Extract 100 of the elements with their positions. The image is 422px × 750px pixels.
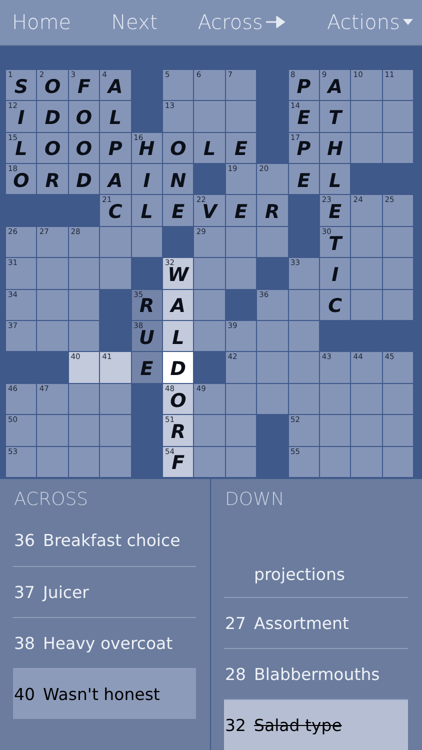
grid-cell[interactable]: E	[132, 352, 162, 383]
clue-item[interactable]: 32 Salad type	[224, 699, 408, 750]
grid-cell[interactable]: R	[37, 164, 68, 194]
grid-cell[interactable]	[68, 290, 100, 320]
grid-cell[interactable]	[226, 101, 256, 132]
grid-cell[interactable]	[351, 101, 382, 132]
grid-cell[interactable]: D	[37, 101, 68, 132]
grid-cell[interactable]	[68, 321, 100, 352]
clue-item[interactable]: 40 Wasn't honest	[13, 668, 196, 719]
cell-letter: E	[297, 107, 310, 129]
grid-cell[interactable]	[320, 415, 350, 446]
grid-cell[interactable]: O	[162, 132, 194, 164]
grid-cell[interactable]: T	[320, 101, 350, 132]
grid-cell[interactable]	[37, 446, 68, 477]
grid-cell[interactable]: L	[162, 321, 194, 352]
grid-cell[interactable]: O	[37, 132, 68, 164]
grid-cell[interactable]	[257, 384, 288, 414]
cell-letter: O	[76, 107, 92, 129]
grid-cell[interactable]: A	[100, 164, 131, 194]
grid-cell[interactable]	[68, 446, 100, 477]
grid-cell[interactable]	[100, 258, 131, 289]
grid-cell[interactable]	[351, 132, 382, 164]
grid-cell[interactable]: O	[68, 101, 100, 132]
grid-cell[interactable]	[351, 226, 382, 258]
grid-cell[interactable]	[382, 226, 414, 258]
grid-cell[interactable]	[257, 226, 288, 258]
grid-cell[interactable]	[288, 384, 319, 414]
grid-cell[interactable]	[226, 258, 256, 289]
cell-letter: O	[76, 138, 92, 160]
cell-letter: O	[44, 76, 61, 98]
grid-cell[interactable]	[194, 258, 225, 289]
grid-cell[interactable]	[100, 226, 131, 258]
grid-cell[interactable]	[382, 415, 414, 446]
grid-cell[interactable]: P	[100, 132, 131, 164]
grid-cell[interactable]	[351, 415, 382, 446]
grid-cell[interactable]	[351, 258, 382, 289]
grid-cell[interactable]	[288, 321, 319, 352]
grid-cell[interactable]: H	[320, 132, 350, 164]
grid-cell[interactable]	[382, 101, 414, 132]
cell-letter: U	[139, 326, 154, 349]
grid-cell[interactable]	[194, 101, 225, 132]
grid-cell[interactable]: E	[288, 164, 319, 194]
grid-cell[interactable]: A	[162, 290, 194, 320]
grid-cell[interactable]: I	[320, 258, 350, 289]
grid-cell[interactable]	[320, 446, 350, 477]
grid-cell[interactable]	[37, 415, 68, 446]
grid-cell[interactable]: R	[257, 195, 288, 226]
grid-cell[interactable]	[382, 290, 414, 320]
cell-letter: O	[170, 390, 186, 412]
cell-letter: E	[328, 201, 342, 224]
grid-cell[interactable]	[194, 415, 225, 446]
grid-cell[interactable]: L	[100, 101, 131, 132]
grid-cell[interactable]	[257, 352, 288, 383]
grid-cell[interactable]	[100, 446, 131, 477]
clue-item[interactable]: projections	[224, 515, 408, 597]
grid-cell[interactable]	[351, 290, 382, 320]
grid-cell[interactable]	[382, 384, 414, 414]
cell-letter: D	[44, 107, 60, 129]
cell-letter: I	[18, 107, 25, 129]
grid-cell[interactable]: I	[132, 164, 162, 194]
grid-cell[interactable]	[257, 321, 288, 352]
grid-cell[interactable]	[68, 258, 100, 289]
grid-cell[interactable]	[37, 321, 68, 352]
grid-cell[interactable]: L	[132, 195, 162, 226]
grid-cell[interactable]	[68, 415, 100, 446]
grid-cell[interactable]: C	[320, 290, 350, 320]
grid-cell[interactable]: O	[68, 132, 100, 164]
grid-cell[interactable]: E	[162, 195, 194, 226]
grid-cell[interactable]	[382, 446, 414, 477]
grid-cell[interactable]	[226, 415, 256, 446]
grid-cell[interactable]	[226, 226, 256, 258]
grid-cell[interactable]	[226, 384, 256, 414]
grid-cell[interactable]: N	[162, 164, 194, 194]
grid-cell[interactable]	[351, 384, 382, 414]
grid-cell[interactable]	[288, 290, 319, 320]
grid-cell[interactable]	[37, 290, 68, 320]
grid-cell[interactable]	[37, 258, 68, 289]
clue-item[interactable]: 27 Assortment	[224, 597, 408, 648]
grid-cell[interactable]: D	[162, 352, 194, 383]
grid-cell[interactable]	[132, 226, 162, 258]
grid-cell[interactable]	[194, 446, 225, 477]
grid-cell[interactable]	[194, 290, 225, 320]
grid-cell[interactable]: L	[320, 164, 350, 194]
grid-cell[interactable]: D	[68, 164, 100, 194]
grid-cell[interactable]: E	[226, 132, 256, 164]
cell-letter: F	[77, 76, 90, 98]
grid-cell[interactable]	[194, 321, 225, 352]
clue-item[interactable]: 37 Juicer	[13, 566, 196, 617]
grid-cell[interactable]	[100, 415, 131, 446]
grid-cell[interactable]	[226, 446, 256, 477]
grid-cell[interactable]	[68, 384, 100, 414]
grid-cell[interactable]	[382, 132, 414, 164]
grid-cell[interactable]	[288, 352, 319, 383]
grid-cell[interactable]	[100, 384, 131, 414]
grid-cell[interactable]: E	[226, 195, 256, 226]
grid-cell[interactable]: L	[194, 132, 225, 164]
grid-cell[interactable]	[351, 446, 382, 477]
grid-cell[interactable]	[320, 384, 350, 414]
grid-cell[interactable]	[382, 258, 414, 289]
clue-item[interactable]: 36 Breakfast choice	[13, 515, 196, 566]
